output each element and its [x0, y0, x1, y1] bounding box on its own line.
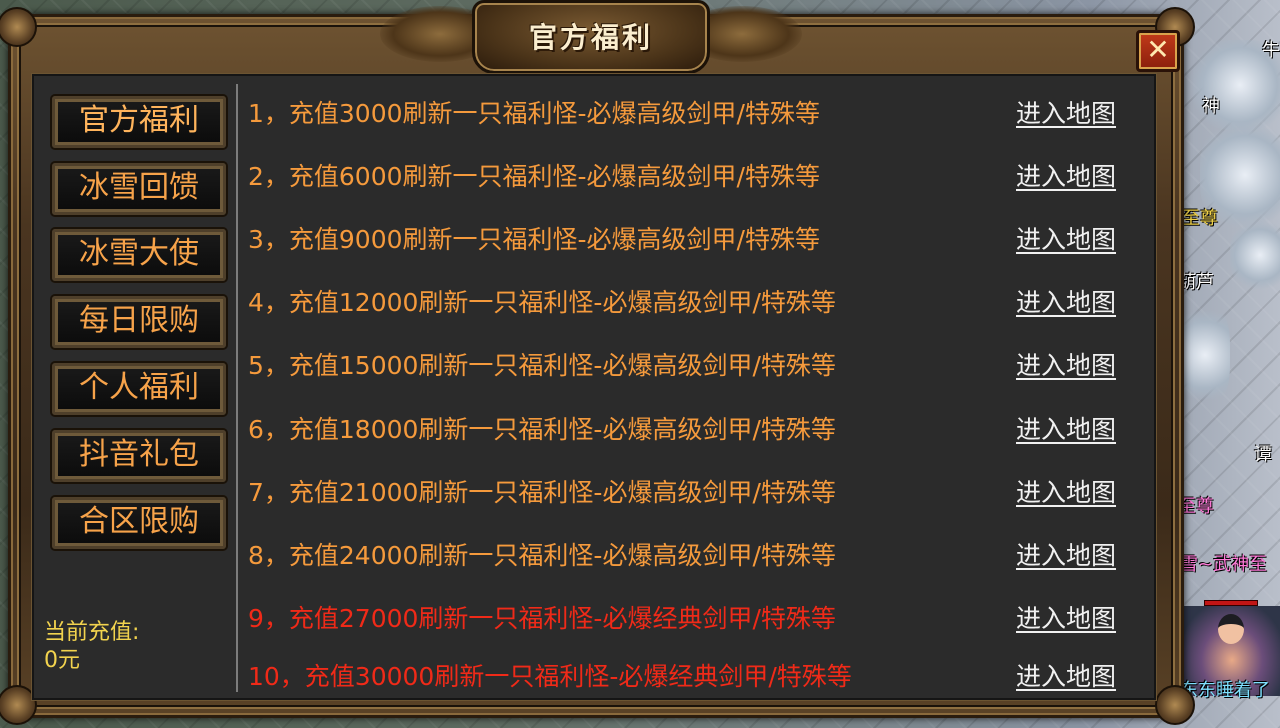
menu-official-welfare-button[interactable]: 官方福利	[52, 96, 226, 148]
reward-row-text: 4，充值12000刷新一只福利怪-必爆高级剑甲/特殊等	[248, 288, 836, 317]
reward-row-text: 9，充值27000刷新一只福利怪-必爆经典剑甲/特殊等	[248, 604, 836, 633]
enter-map-link[interactable]: 进入地图	[1016, 540, 1116, 572]
enter-map-link[interactable]: 进入地图	[1016, 161, 1116, 193]
reward-row-text: 1，充值3000刷新一只福利怪-必爆高级剑甲/特殊等	[248, 99, 820, 128]
menu-snow-ambassador-button[interactable]: 冰雪大使	[52, 229, 226, 281]
world-label: 神	[1202, 96, 1220, 117]
reward-row-text: 7，充值21000刷新一只福利怪-必爆高级剑甲/特殊等	[248, 478, 836, 507]
menu-personal-welfare-button[interactable]: 个人福利	[52, 363, 226, 415]
world-label: 谭	[1254, 444, 1272, 465]
frame-corner-ornament	[1155, 685, 1195, 725]
enter-map-link[interactable]: 进入地图	[1016, 350, 1116, 382]
frame-corner-ornament	[0, 7, 37, 47]
player-avatar-head	[1218, 614, 1244, 644]
menu-snow-feedback-button[interactable]: 冰雪回馈	[52, 163, 226, 215]
current-recharge-value: 0元	[44, 648, 80, 673]
world-label: 至尊	[1182, 208, 1218, 229]
reward-row-text: 6，充值18000刷新一只福利怪-必爆高级剑甲/特殊等	[248, 415, 836, 444]
enter-map-link[interactable]: 进入地图	[1016, 98, 1116, 130]
window-title: 官方福利	[528, 21, 653, 54]
menu-douyin-gift-button[interactable]: 抖音礼包	[52, 430, 226, 482]
reward-row-text: 8，充值24000刷新一只福利怪-必爆高级剑甲/特殊等	[248, 541, 836, 570]
reward-row-text: 3，充值9000刷新一只福利怪-必爆高级剑甲/特殊等	[248, 225, 820, 254]
menu-daily-limit-button[interactable]: 每日限购	[52, 296, 226, 348]
enter-map-link[interactable]: 进入地图	[1016, 661, 1116, 693]
reward-row-text: 2，充值6000刷新一只福利怪-必爆高级剑甲/特殊等	[248, 162, 820, 191]
snow-tree-decoration	[1230, 220, 1280, 290]
reward-row-text: 10，充值30000刷新一只福利怪-必爆经典剑甲/特殊等	[248, 662, 852, 691]
enter-map-link[interactable]: 进入地图	[1016, 477, 1116, 509]
close-button[interactable]: ✕	[1136, 30, 1180, 72]
reward-row-text: 5，充值15000刷新一只福利怪-必爆高级剑甲/特殊等	[248, 351, 836, 380]
menu-merge-limit-button[interactable]: 合区限购	[52, 497, 226, 549]
enter-map-link[interactable]: 进入地图	[1016, 287, 1116, 319]
enter-map-link[interactable]: 进入地图	[1016, 414, 1116, 446]
world-label: 牛	[1262, 40, 1280, 61]
world-label: 雪~武神至	[1180, 554, 1268, 575]
enter-map-link[interactable]: 进入地图	[1016, 224, 1116, 256]
column-divider	[236, 84, 238, 692]
enter-map-link[interactable]: 进入地图	[1016, 603, 1116, 635]
current-recharge-label: 当前充值:	[44, 620, 140, 645]
snow-tree-decoration	[1180, 300, 1230, 410]
